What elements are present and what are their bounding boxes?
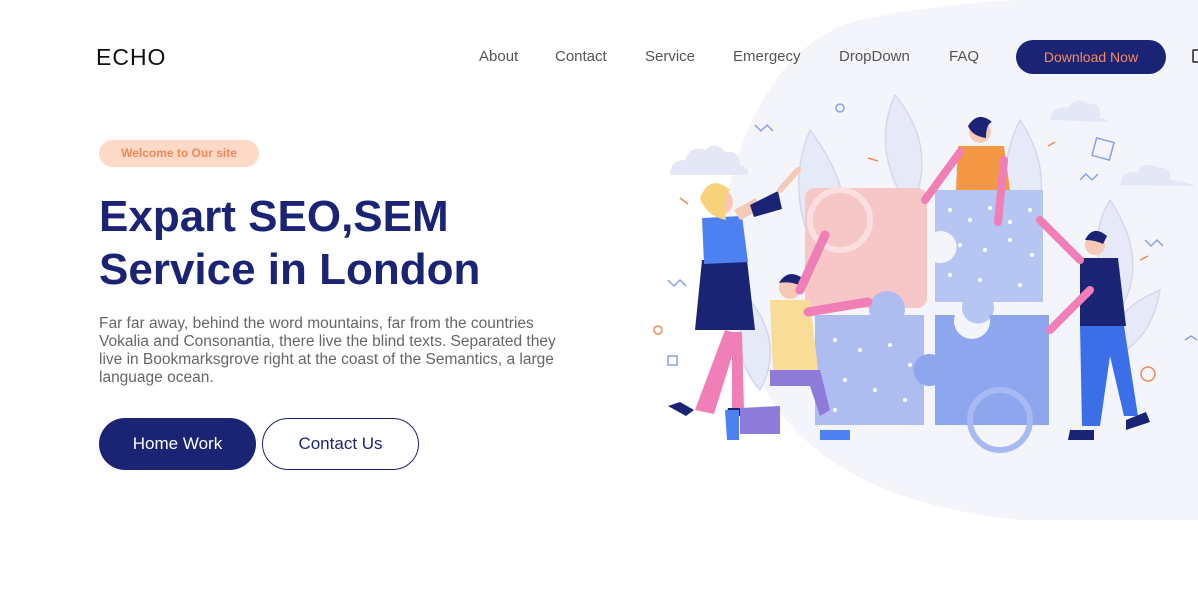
nav-item-faq[interactable]: FAQ: [949, 48, 979, 65]
hero-title: Expart SEO,SEM Service in London: [99, 190, 619, 296]
nav-item-emergency[interactable]: Emergecy: [733, 48, 801, 65]
hero-description: Far far away, behind the word mountains,…: [99, 315, 556, 386]
welcome-badge: Welcome to Our site: [99, 140, 259, 167]
puzzle-pieces: [805, 187, 1049, 453]
nav-item-about[interactable]: About: [479, 48, 518, 65]
cloud-icon: [670, 100, 1195, 186]
nav-item-dropdown[interactable]: DropDown: [839, 48, 910, 65]
nav-item-service[interactable]: Service: [645, 48, 695, 65]
hero-title-line-2: Service in London: [99, 245, 481, 294]
download-now-button[interactable]: Download Now: [1016, 40, 1166, 74]
team-puzzle-illustration: [653, 93, 1198, 453]
hero-title-line-1: Expart SEO,SEM: [99, 192, 449, 241]
home-work-button[interactable]: Home Work: [99, 418, 256, 470]
menu-icon[interactable]: [1192, 49, 1198, 63]
nav-item-contact[interactable]: Contact: [555, 48, 607, 65]
contact-us-button[interactable]: Contact Us: [262, 418, 419, 470]
